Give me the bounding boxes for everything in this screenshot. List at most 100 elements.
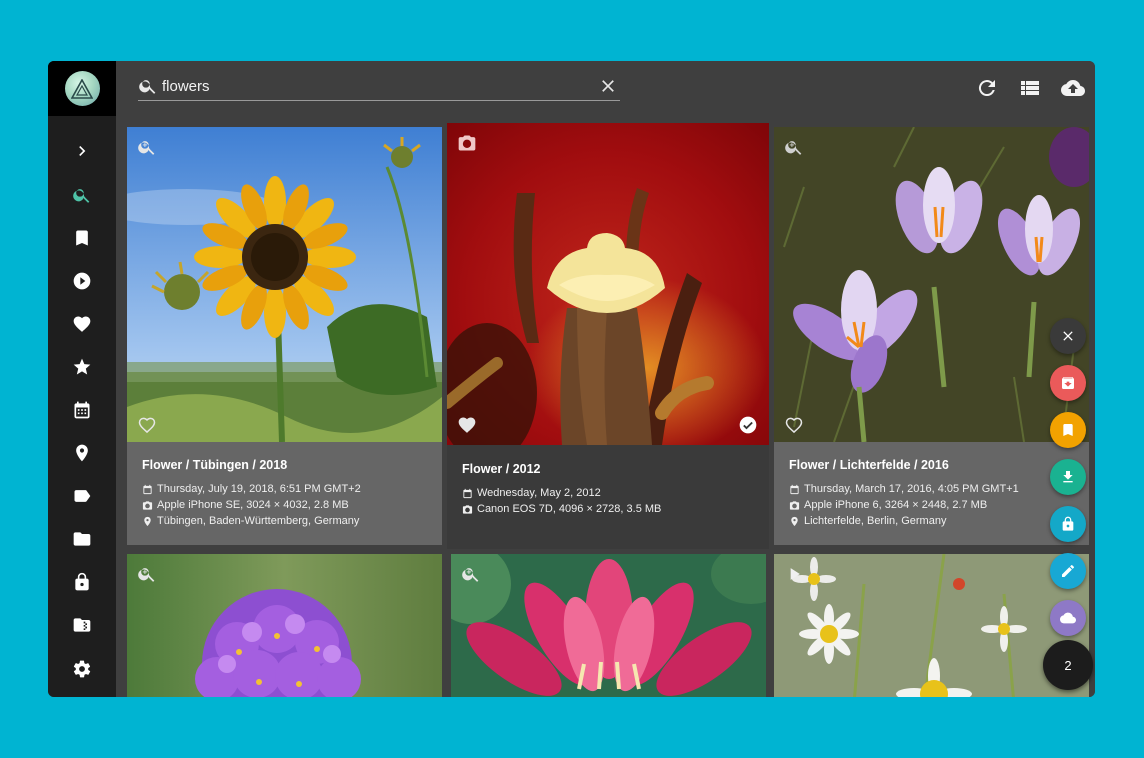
map-pin-icon bbox=[76, 444, 88, 462]
date-text: Thursday, March 17, 2016, 4:05 PM GMT+1 bbox=[804, 483, 1019, 495]
camera-icon bbox=[789, 500, 800, 510]
archive-icon bbox=[1062, 377, 1074, 389]
photo-grid: Flower / Tübingen / 2018 Thursday, July … bbox=[116, 116, 1095, 697]
photo-card[interactable] bbox=[451, 554, 766, 697]
card-date: Thursday, July 19, 2018, 6:51 PM GMT+2 bbox=[142, 483, 361, 495]
card-camera: Apple iPhone 6, 3264 × 2448, 2.7 MB bbox=[789, 499, 987, 511]
heart-icon bbox=[73, 316, 91, 332]
app-logo[interactable] bbox=[64, 71, 100, 106]
zoom-in-icon[interactable] bbox=[784, 137, 804, 157]
label-icon bbox=[74, 490, 91, 502]
photo-thumbnail[interactable] bbox=[447, 123, 769, 445]
camera-icon bbox=[142, 500, 153, 510]
location-text: Tübingen, Baden-Württemberg, Germany bbox=[157, 515, 360, 527]
app-window: Flower / Tübingen / 2018 Thursday, July … bbox=[48, 61, 1095, 697]
edit-button[interactable] bbox=[1050, 553, 1086, 589]
favorite-heart-icon[interactable] bbox=[784, 415, 804, 435]
zoom-in-icon[interactable] bbox=[137, 564, 157, 584]
top-bar bbox=[116, 61, 1095, 116]
sidebar-item-videos[interactable] bbox=[48, 263, 116, 299]
search-input[interactable] bbox=[162, 73, 582, 99]
zoom-in-icon[interactable] bbox=[137, 137, 157, 157]
archive-button[interactable] bbox=[1050, 365, 1086, 401]
search-bar bbox=[138, 73, 620, 101]
gear-icon bbox=[73, 660, 91, 678]
share-cloud-button[interactable] bbox=[1050, 600, 1086, 636]
photo-thumbnail[interactable] bbox=[774, 127, 1089, 442]
sidebar-item-albums[interactable] bbox=[48, 220, 116, 256]
card-date: Thursday, March 17, 2016, 4:05 PM GMT+1 bbox=[789, 483, 1019, 495]
pencil-icon bbox=[1062, 564, 1074, 577]
favorite-heart-icon[interactable] bbox=[137, 415, 157, 435]
sidebar-item-favorites[interactable] bbox=[48, 306, 116, 342]
lock-icon bbox=[1062, 516, 1074, 531]
zoom-in-icon[interactable] bbox=[461, 564, 481, 584]
card-camera: Canon EOS 7D, 4096 × 2728, 3.5 MB bbox=[462, 503, 661, 515]
photo-card-selected[interactable]: Flower / 2012 Wednesday, May 2, 2012 Can… bbox=[447, 123, 769, 549]
library-icon bbox=[73, 618, 91, 632]
camera-text: Canon EOS 7D, 4096 × 2728, 3.5 MB bbox=[477, 503, 662, 515]
bookmark-icon bbox=[1063, 424, 1073, 436]
sidebar-item-folders[interactable] bbox=[48, 521, 116, 557]
sidebar-item-places[interactable] bbox=[48, 435, 116, 471]
location-text: Lichterfelde, Berlin, Germany bbox=[804, 515, 947, 527]
calendar-icon bbox=[74, 401, 90, 419]
sidebar-item-labels[interactable] bbox=[48, 478, 116, 514]
sidebar-item-settings[interactable] bbox=[48, 651, 116, 687]
refresh-button[interactable] bbox=[975, 76, 999, 100]
calendar-icon bbox=[143, 484, 152, 494]
close-icon bbox=[1063, 331, 1073, 341]
photo-thumbnail[interactable] bbox=[127, 127, 442, 442]
photo-card[interactable]: Flower / Lichterfelde / 2016 Thursday, M… bbox=[774, 127, 1089, 545]
date-text: Wednesday, May 2, 2012 bbox=[477, 487, 601, 499]
card-title[interactable]: Flower / 2012 bbox=[462, 462, 541, 476]
star-icon bbox=[73, 358, 91, 375]
make-private-button[interactable] bbox=[1050, 506, 1086, 542]
play-icon[interactable] bbox=[784, 564, 804, 584]
map-pin-icon bbox=[791, 516, 798, 526]
card-camera: Apple iPhone SE, 3024 × 4032, 2.8 MB bbox=[142, 499, 349, 511]
bookmark-icon bbox=[76, 230, 88, 246]
photo-thumbnail[interactable] bbox=[127, 554, 442, 697]
list-view-icon bbox=[1021, 81, 1039, 95]
camera-text: Apple iPhone SE, 3024 × 4032, 2.8 MB bbox=[157, 499, 349, 511]
sidebar-item-moments[interactable] bbox=[48, 349, 116, 385]
sidebar-item-library[interactable] bbox=[48, 607, 116, 643]
selected-check-icon[interactable] bbox=[738, 415, 758, 435]
sidebar-expand-button[interactable] bbox=[48, 133, 116, 169]
photo-card[interactable]: Flower / Tübingen / 2018 Thursday, July … bbox=[127, 127, 442, 545]
search-icon bbox=[73, 189, 90, 203]
sidebar-item-calendar[interactable] bbox=[48, 392, 116, 428]
favorite-heart-icon[interactable] bbox=[457, 415, 477, 435]
upload-button[interactable] bbox=[1061, 76, 1085, 100]
download-icon bbox=[1063, 471, 1073, 483]
photo-thumbnail[interactable] bbox=[451, 554, 766, 697]
photo-thumbnail[interactable] bbox=[774, 554, 1089, 697]
camera-icon bbox=[457, 133, 477, 153]
logo-container[interactable] bbox=[48, 61, 116, 116]
cloud-icon bbox=[1060, 612, 1076, 624]
photo-card[interactable] bbox=[127, 554, 442, 697]
refresh-icon bbox=[978, 80, 995, 97]
camera-text: Apple iPhone 6, 3264 × 2448, 2.7 MB bbox=[804, 499, 988, 511]
download-button[interactable] bbox=[1050, 459, 1086, 495]
card-title[interactable]: Flower / Lichterfelde / 2016 bbox=[789, 458, 949, 472]
card-title[interactable]: Flower / Tübingen / 2018 bbox=[142, 458, 287, 472]
calendar-icon bbox=[463, 488, 472, 498]
add-to-album-button[interactable] bbox=[1050, 412, 1086, 448]
date-text: Thursday, July 19, 2018, 6:51 PM GMT+2 bbox=[157, 483, 361, 495]
list-view-button[interactable] bbox=[1018, 76, 1042, 100]
camera-icon bbox=[462, 504, 473, 514]
play-circle-icon bbox=[73, 272, 91, 290]
selection-count-button[interactable]: 2 bbox=[1043, 640, 1093, 690]
folder-icon bbox=[73, 532, 91, 546]
chevron-right-icon bbox=[79, 146, 86, 156]
close-icon[interactable] bbox=[598, 76, 618, 96]
clear-selection-button[interactable] bbox=[1050, 318, 1086, 354]
sidebar bbox=[48, 61, 116, 697]
cloud-upload-icon bbox=[1061, 80, 1085, 96]
sidebar-item-search[interactable] bbox=[48, 177, 116, 213]
photo-card[interactable] bbox=[774, 554, 1089, 697]
card-location: Lichterfelde, Berlin, Germany bbox=[789, 515, 946, 527]
sidebar-item-private[interactable] bbox=[48, 564, 116, 600]
